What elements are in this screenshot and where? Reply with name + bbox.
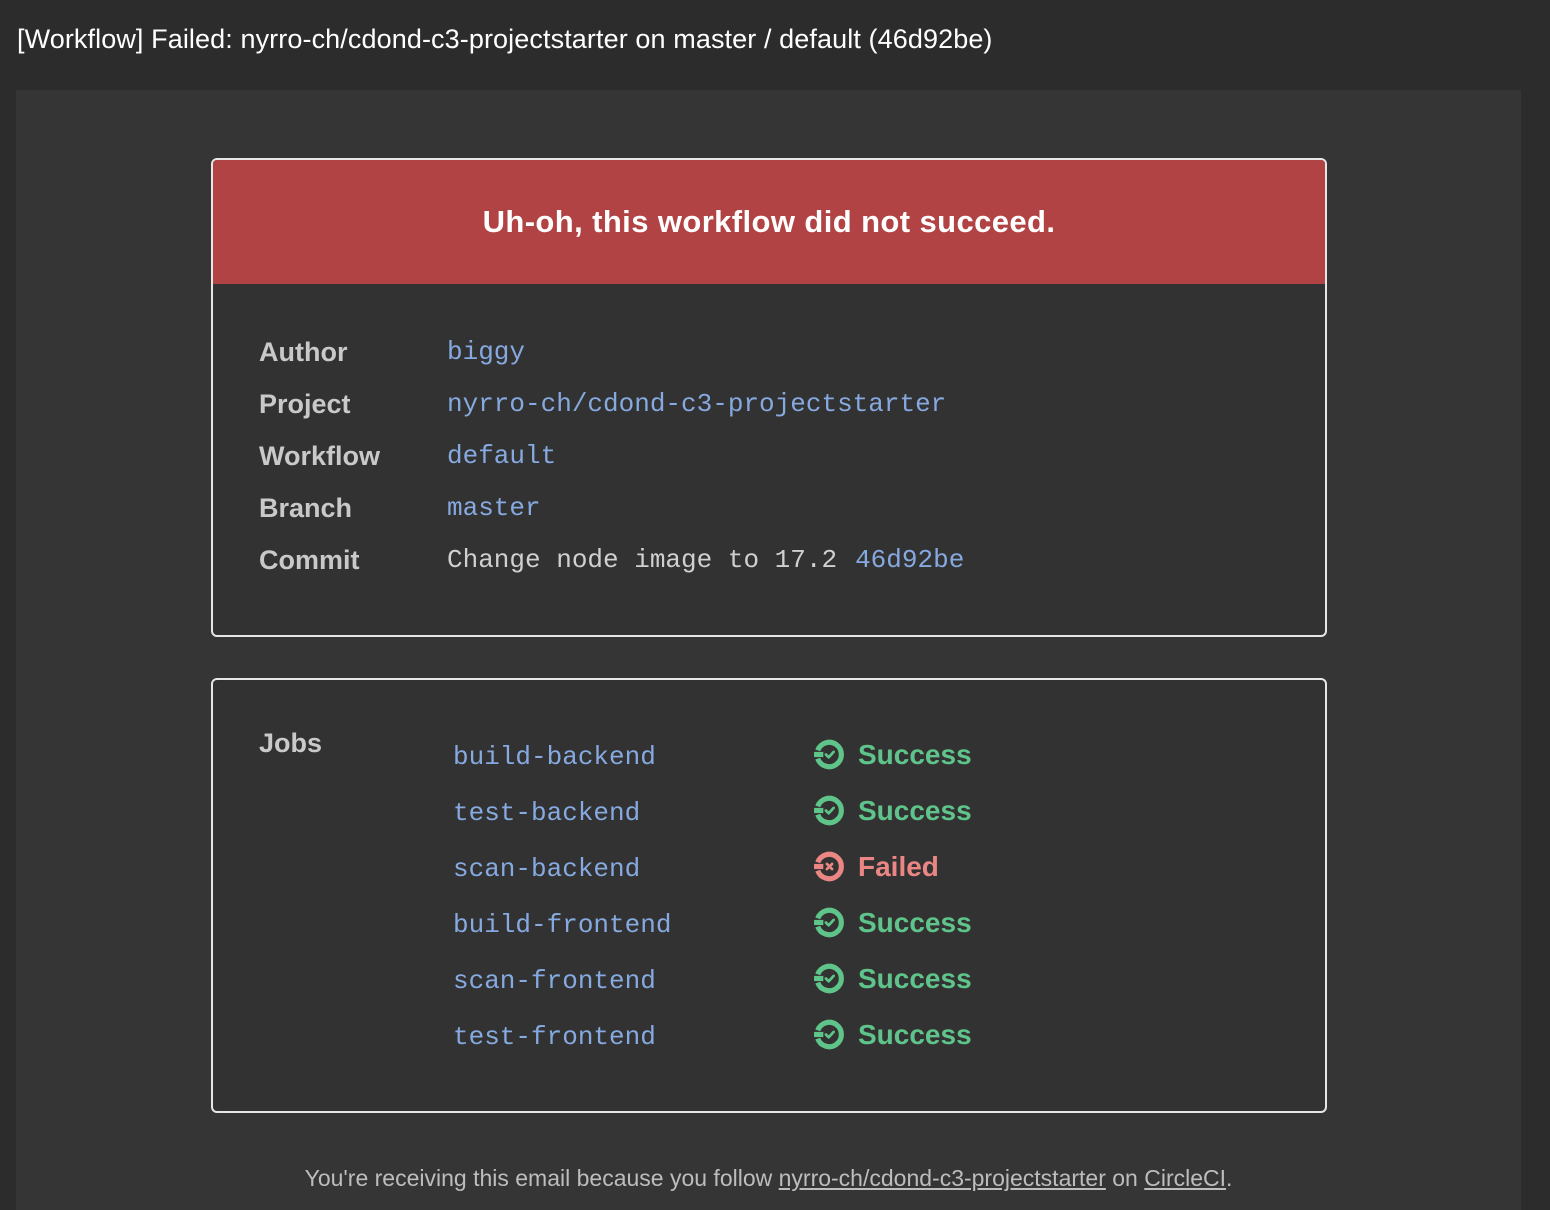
jobs-label: Jobs [259,728,323,758]
success-icon [814,963,844,994]
job-row: build-frontend Success [453,904,1253,948]
commit-message: Change node image to 17.2 [447,545,838,575]
job-status-label: Success [858,1018,972,1050]
success-icon [814,1019,844,1050]
job-name-link[interactable]: build-backend [453,742,656,772]
job-name-link[interactable]: scan-frontend [453,966,656,996]
footer-prefix: You're receiving this email because you … [304,1165,779,1191]
job-status: Success [813,906,972,939]
job-row: scan-frontend Success [453,960,1253,1004]
commit-label: Commit [259,544,360,575]
email-body: Uh-oh, this workflow did not succeed. Au… [16,90,1521,1210]
job-row: test-frontend Success [453,1016,1253,1060]
author-row: Author biggy [259,332,525,372]
footer-circleci-link[interactable]: CircleCI [1144,1165,1226,1191]
job-status-label: Failed [858,850,939,882]
job-status: Success [813,738,972,771]
job-name-link[interactable]: scan-backend [453,854,640,884]
author-link[interactable]: biggy [447,337,525,367]
job-status: Success [813,794,972,827]
project-label: Project [259,388,351,419]
commit-sha-link[interactable]: 46d92be [855,545,964,575]
job-row: scan-backend Failed [453,848,1253,892]
project-link[interactable]: nyrro-ch/cdond-c3-projectstarter [447,389,946,419]
job-status: Failed [813,850,939,883]
workflow-row: Workflow default [259,436,556,476]
failed-icon [814,851,844,882]
branch-label: Branch [259,492,353,523]
success-icon [814,907,844,938]
jobs-card: Jobs build-backend Success test-backend Suc… [211,678,1327,1113]
commit-row: Commit Change node image to 17.2 46d92be [259,540,964,580]
job-name-link[interactable]: build-frontend [453,910,671,940]
email-subject: [Workflow] Failed: nyrro-ch/cdond-c3-pro… [17,24,993,54]
job-status-label: Success [858,906,972,938]
workflow-summary-card: Uh-oh, this workflow did not succeed. Au… [211,158,1327,637]
branch-link[interactable]: master [447,493,541,523]
job-row: build-backend Success [453,736,1253,780]
branch-row: Branch master [259,488,541,528]
job-status-label: Success [858,794,972,826]
job-status-label: Success [858,738,972,770]
job-status: Success [813,1018,972,1051]
job-name-link[interactable]: test-frontend [453,1022,656,1052]
author-label: Author [259,336,348,367]
job-name-link[interactable]: test-backend [453,798,640,828]
job-status-label: Success [858,962,972,994]
job-row: test-backend Success [453,792,1253,836]
workflow-label: Workflow [259,440,380,471]
failure-banner: Uh-oh, this workflow did not succeed. [213,160,1325,284]
success-icon [814,795,844,826]
banner-heading: Uh-oh, this workflow did not succeed. [482,204,1056,239]
email-header: [Workflow] Failed: nyrro-ch/cdond-c3-pro… [0,0,1550,86]
project-row: Project nyrro-ch/cdond-c3-projectstarter [259,384,946,424]
workflow-link[interactable]: default [447,441,556,471]
footer-suffix: . [1226,1165,1233,1191]
footer-middle: on [1105,1165,1145,1191]
email-footer: You're receiving this email because you … [16,1165,1521,1192]
job-status: Success [813,962,972,995]
success-icon [814,739,844,770]
footer-project-link[interactable]: nyrro-ch/cdond-c3-projectstarter [779,1165,1106,1191]
